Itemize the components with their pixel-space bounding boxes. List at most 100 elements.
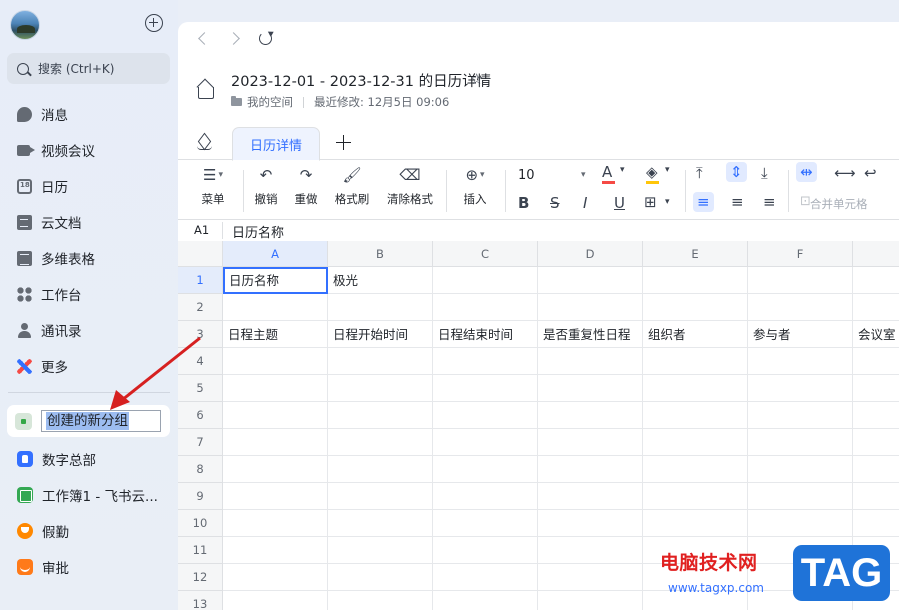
grid-cell[interactable] xyxy=(328,591,433,610)
bold-icon[interactable]: B xyxy=(518,194,529,212)
undo-button[interactable]: ↶ 撤销 xyxy=(250,164,282,207)
star-icon[interactable]: ☆ xyxy=(470,70,483,88)
grid-cell[interactable] xyxy=(328,348,433,375)
align-left-icon[interactable]: ≡ xyxy=(693,192,714,212)
grid-cell[interactable] xyxy=(433,267,538,294)
sidebar-item-messages[interactable]: 消息 xyxy=(0,96,178,132)
font-size-select[interactable]: 10 xyxy=(518,168,535,183)
grid-cell[interactable] xyxy=(433,375,538,402)
menu-button[interactable]: ☰ ▾ 菜单 xyxy=(192,164,234,207)
grid-cell[interactable] xyxy=(643,402,748,429)
grid-cell[interactable] xyxy=(853,483,899,510)
cell-reference[interactable]: A1 xyxy=(194,223,209,237)
grid-cell[interactable] xyxy=(748,429,853,456)
forward-arrow-icon[interactable] xyxy=(228,31,244,47)
insert-button[interactable]: ⊕ ▾ 插入 xyxy=(454,164,496,207)
user-avatar[interactable] xyxy=(10,10,40,40)
grid-cell[interactable] xyxy=(748,510,853,537)
grid-cell[interactable] xyxy=(853,348,899,375)
column-width-icon[interactable]: ⇹ xyxy=(796,162,817,182)
grid-cell[interactable] xyxy=(223,348,328,375)
grid-cell[interactable]: 参与者 xyxy=(748,321,853,348)
grid-cell[interactable] xyxy=(538,294,643,321)
grid-cell[interactable] xyxy=(433,456,538,483)
sidebar-item-base[interactable]: 多维表格 xyxy=(0,240,178,276)
search-box[interactable]: 搜索 (Ctrl+K) xyxy=(7,53,170,84)
grid-cell[interactable] xyxy=(433,564,538,591)
grid-cell[interactable] xyxy=(853,294,899,321)
font-color-icon[interactable]: A xyxy=(602,163,612,181)
sidebar-item-calendar[interactable]: 日历 xyxy=(0,168,178,204)
app-item-leave[interactable]: 假勤 xyxy=(0,513,178,549)
grid-cell[interactable] xyxy=(643,429,748,456)
grid-cell[interactable] xyxy=(223,537,328,564)
sidebar-item-workplace[interactable]: 工作台 xyxy=(0,276,178,312)
grid-cell[interactable] xyxy=(538,537,643,564)
grid-cell[interactable] xyxy=(748,402,853,429)
grid-cell[interactable] xyxy=(748,294,853,321)
column-header[interactable]: D xyxy=(538,241,643,267)
grid-cell[interactable] xyxy=(433,402,538,429)
grid-cell[interactable] xyxy=(538,510,643,537)
format-painter-button[interactable]: 🖌 格式刷 xyxy=(330,164,374,207)
grid-cell[interactable]: 会议室 xyxy=(853,321,899,348)
grid-cell[interactable] xyxy=(223,483,328,510)
back-arrow-icon[interactable] xyxy=(194,31,210,47)
row-header[interactable]: 9 xyxy=(178,483,223,510)
grid-cell[interactable] xyxy=(433,537,538,564)
grid-cell[interactable] xyxy=(538,375,643,402)
grid-cell[interactable] xyxy=(223,402,328,429)
grid-cell[interactable] xyxy=(223,591,328,610)
align-top-icon[interactable]: ⤒ xyxy=(696,164,703,182)
row-header[interactable]: 12 xyxy=(178,564,223,591)
column-header[interactable]: B xyxy=(328,241,433,267)
grid-cell[interactable] xyxy=(538,429,643,456)
grid-cell[interactable] xyxy=(853,375,899,402)
grid-cell[interactable] xyxy=(643,510,748,537)
active-cell[interactable]: 日历名称 xyxy=(223,267,328,294)
grid-cell[interactable] xyxy=(643,456,748,483)
strikethrough-icon[interactable]: S xyxy=(550,194,560,212)
formula-input[interactable]: 日历名称 xyxy=(232,222,284,241)
grid-cell[interactable] xyxy=(433,483,538,510)
grid-cell[interactable] xyxy=(853,267,899,294)
chevron-down-icon[interactable]: ▾ xyxy=(581,170,586,180)
grid-cell[interactable] xyxy=(748,456,853,483)
grid-cell[interactable]: 日程开始时间 xyxy=(328,321,433,348)
grid-cell[interactable] xyxy=(328,375,433,402)
align-center-icon[interactable]: ≡ xyxy=(731,193,744,211)
sidebar-item-video-meeting[interactable]: 视频会议 xyxy=(0,132,178,168)
grid-cell[interactable] xyxy=(328,564,433,591)
grid-cell[interactable] xyxy=(643,267,748,294)
grid-cell[interactable] xyxy=(643,483,748,510)
grid-cell[interactable] xyxy=(328,537,433,564)
grid-cell[interactable] xyxy=(433,591,538,610)
app-item-workbook[interactable]: 工作簿1 - 飞书云... xyxy=(0,477,178,513)
grid-cell[interactable]: 是否重复性日程 xyxy=(538,321,643,348)
grid-cell[interactable] xyxy=(853,456,899,483)
grid-cell[interactable] xyxy=(643,375,748,402)
grid-cell[interactable] xyxy=(223,456,328,483)
grid-cell[interactable]: 组织者 xyxy=(643,321,748,348)
grid-cell[interactable]: 极光 xyxy=(328,267,433,294)
column-header[interactable]: E xyxy=(643,241,748,267)
align-bottom-icon[interactable]: ⤓ xyxy=(761,164,768,182)
grid-cell[interactable] xyxy=(853,429,899,456)
grid-cell[interactable] xyxy=(433,510,538,537)
column-header[interactable]: A xyxy=(223,241,328,267)
italic-icon[interactable]: I xyxy=(583,194,587,212)
row-header[interactable]: 2 xyxy=(178,294,223,321)
app-item-approval[interactable]: 审批 xyxy=(0,549,178,585)
column-header[interactable] xyxy=(853,241,899,267)
clear-format-button[interactable]: ⌫ 清除格式 xyxy=(383,164,437,207)
grid-cell[interactable] xyxy=(748,267,853,294)
grid-cell[interactable] xyxy=(538,348,643,375)
sidebar-item-cloud-docs[interactable]: 云文档 xyxy=(0,204,178,240)
refresh-icon[interactable] xyxy=(259,32,272,45)
grid-cell[interactable] xyxy=(853,510,899,537)
row-header[interactable]: 10 xyxy=(178,510,223,537)
grid-cell[interactable] xyxy=(748,375,853,402)
fill-color-icon[interactable]: ◈ xyxy=(646,163,658,181)
align-middle-icon[interactable]: ⇕ xyxy=(726,162,747,182)
add-sheet-icon[interactable] xyxy=(336,135,351,150)
